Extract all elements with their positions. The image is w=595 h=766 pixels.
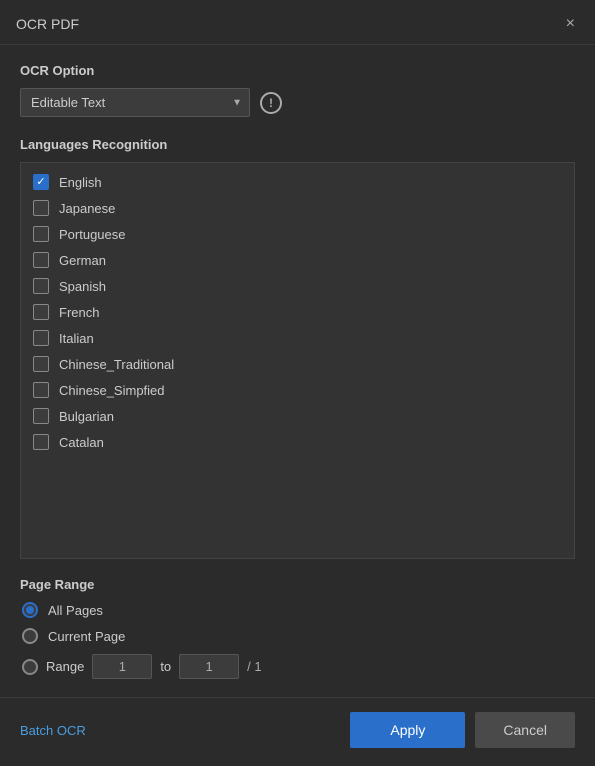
- radio-range-label: Range: [46, 659, 84, 674]
- radio-all-pages-circle: [22, 602, 38, 618]
- language-label: German: [59, 253, 106, 268]
- languages-label: Languages Recognition: [20, 137, 575, 152]
- range-to-input[interactable]: [179, 654, 239, 679]
- language-label: Bulgarian: [59, 409, 114, 424]
- language-label: English: [59, 175, 102, 190]
- languages-section: Languages Recognition English Japanese Por…: [20, 137, 575, 559]
- language-label: Portuguese: [59, 227, 126, 242]
- language-item[interactable]: Japanese: [21, 195, 574, 221]
- language-label: Chinese_Traditional: [59, 357, 174, 372]
- cancel-button[interactable]: Cancel: [475, 712, 575, 748]
- info-icon[interactable]: !: [260, 92, 282, 114]
- apply-button[interactable]: Apply: [350, 712, 465, 748]
- range-from-input[interactable]: [92, 654, 152, 679]
- radio-all-pages[interactable]: All Pages: [22, 602, 575, 618]
- footer: Batch OCR Apply Cancel: [0, 697, 595, 766]
- language-checkbox: [33, 252, 49, 268]
- page-range-section: Page Range All Pages Current Page Range …: [20, 577, 575, 679]
- language-item[interactable]: Spanish: [21, 273, 574, 299]
- range-to-label: to: [160, 659, 171, 674]
- languages-list: English Japanese Portuguese German Spanish Fr…: [20, 162, 575, 559]
- language-checkbox: [33, 330, 49, 346]
- language-checkbox: [33, 408, 49, 424]
- ocr-option-select-wrapper: Editable Text Searchable PDF Image Only …: [20, 88, 250, 117]
- radio-range[interactable]: Range to / 1: [22, 654, 575, 679]
- language-label: Catalan: [59, 435, 104, 450]
- batch-ocr-button[interactable]: Batch OCR: [20, 723, 86, 738]
- language-item[interactable]: Italian: [21, 325, 574, 351]
- language-item[interactable]: Bulgarian: [21, 403, 574, 429]
- language-checkbox: [33, 200, 49, 216]
- ocr-option-row: Editable Text Searchable PDF Image Only …: [20, 88, 575, 117]
- language-label: Spanish: [59, 279, 106, 294]
- language-checkbox: [33, 434, 49, 450]
- language-checkbox: [33, 226, 49, 242]
- radio-current-page[interactable]: Current Page: [22, 628, 575, 644]
- languages-list-wrapper: English Japanese Portuguese German Spanish Fr…: [20, 162, 575, 559]
- language-item[interactable]: Chinese_Simpfied: [21, 377, 574, 403]
- title-bar: OCR PDF ×: [0, 0, 595, 45]
- language-item[interactable]: German: [21, 247, 574, 273]
- radio-current-page-circle: [22, 628, 38, 644]
- radio-range-circle: [22, 659, 38, 675]
- language-item[interactable]: French: [21, 299, 574, 325]
- language-checkbox: [33, 174, 49, 190]
- language-item[interactable]: English: [21, 169, 574, 195]
- language-label: Japanese: [59, 201, 115, 216]
- language-item[interactable]: Portuguese: [21, 221, 574, 247]
- ocr-pdf-dialog: OCR PDF × OCR Option Editable Text Searc…: [0, 0, 595, 766]
- ocr-option-select[interactable]: Editable Text Searchable PDF Image Only …: [20, 88, 250, 117]
- language-item[interactable]: Catalan: [21, 429, 574, 455]
- range-total: / 1: [247, 659, 261, 674]
- dialog-content: OCR Option Editable Text Searchable PDF …: [0, 45, 595, 697]
- language-label: French: [59, 305, 99, 320]
- footer-buttons: Apply Cancel: [350, 712, 575, 748]
- language-checkbox: [33, 382, 49, 398]
- language-label: Chinese_Simpfied: [59, 383, 165, 398]
- radio-all-pages-label: All Pages: [48, 603, 103, 618]
- language-item[interactable]: Chinese_Traditional: [21, 351, 574, 377]
- page-range-label: Page Range: [20, 577, 575, 592]
- radio-group: All Pages Current Page Range to / 1: [20, 602, 575, 679]
- language-checkbox: [33, 304, 49, 320]
- close-button[interactable]: ×: [562, 14, 579, 34]
- language-label: Italian: [59, 331, 94, 346]
- radio-current-page-label: Current Page: [48, 629, 125, 644]
- dialog-title: OCR PDF: [16, 16, 79, 32]
- language-checkbox: [33, 278, 49, 294]
- language-checkbox: [33, 356, 49, 372]
- ocr-option-label: OCR Option: [20, 63, 575, 78]
